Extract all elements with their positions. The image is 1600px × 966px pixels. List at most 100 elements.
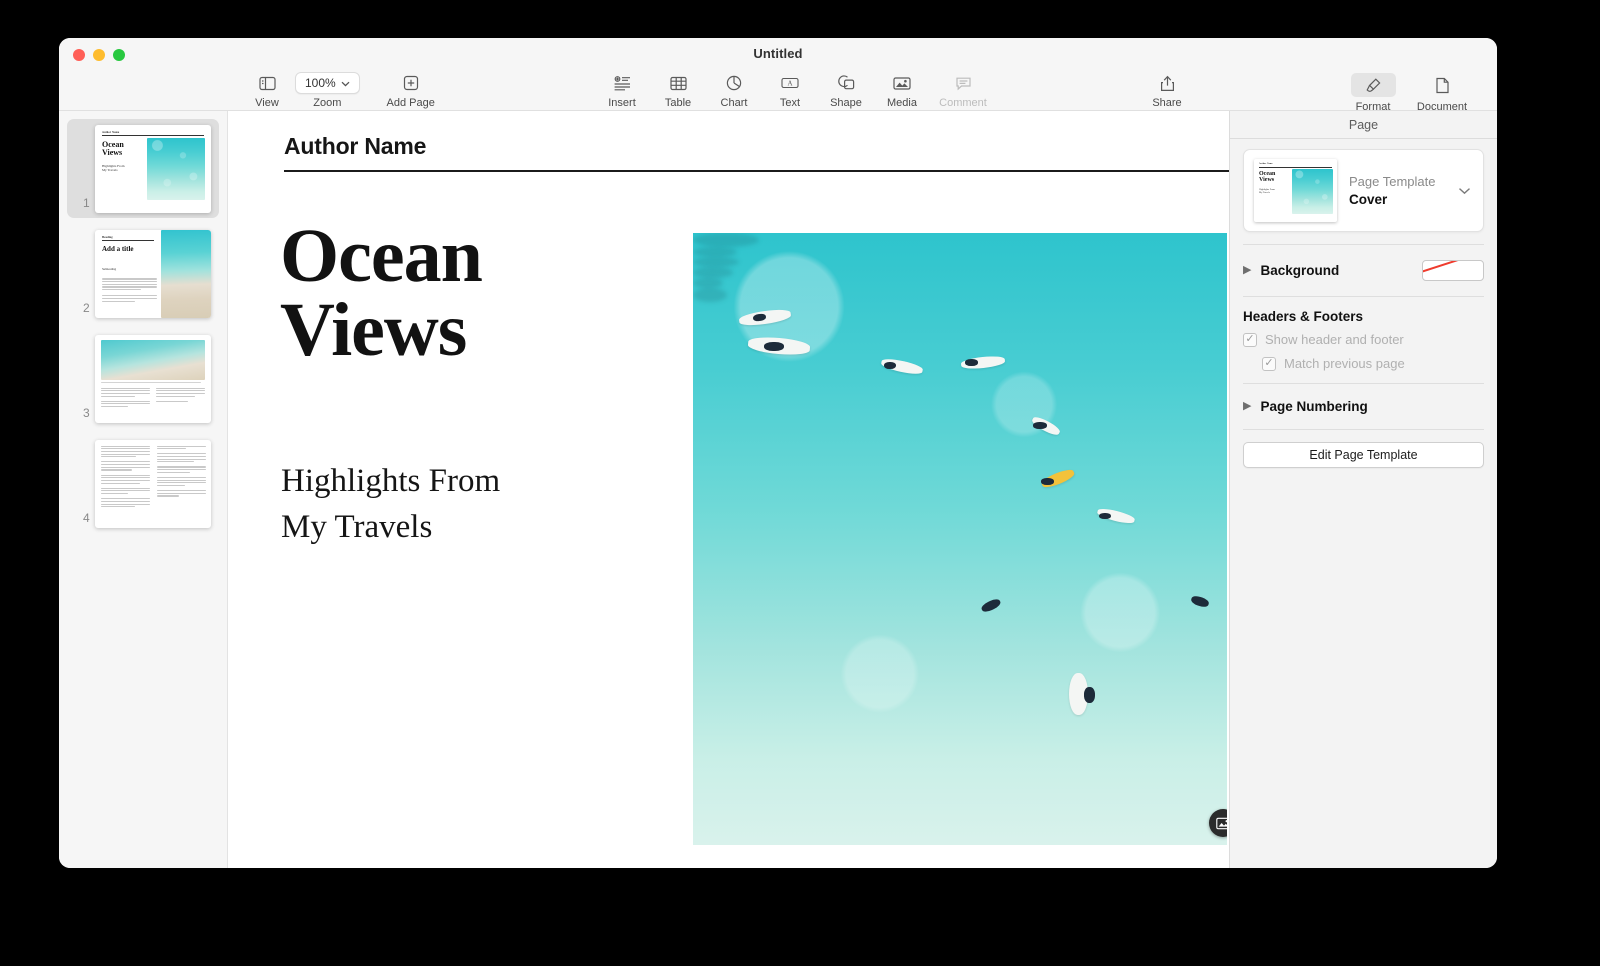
thumbnail-page-2[interactable]: 2 Heading Add a title Subheading <box>67 224 219 323</box>
document-subtitle[interactable]: Highlights From My Travels <box>281 458 500 550</box>
screen: Untitled View 100% Zoom Add Page Insert … <box>0 0 1600 966</box>
add-page-button[interactable]: Add Page <box>378 71 444 109</box>
divider <box>1243 296 1484 297</box>
mini-photo <box>161 229 211 318</box>
mini-photo <box>101 339 205 380</box>
chart-button[interactable]: Chart <box>706 71 762 109</box>
page-template-card[interactable]: Author Name Ocean Views Highlights From … <box>1243 149 1484 232</box>
format-inspector: Page Author Name Ocean Views Highlights … <box>1229 111 1497 868</box>
mini-col-right <box>157 445 206 499</box>
mini-two-column <box>95 440 211 528</box>
surfer-yellow-board <box>1040 467 1076 490</box>
divider <box>1243 244 1484 245</box>
background-color-swatch[interactable] <box>1422 260 1484 281</box>
share-button[interactable]: Share <box>1139 71 1195 109</box>
inspector-header: Page <box>1230 111 1497 139</box>
media-button[interactable]: Media <box>874 71 930 109</box>
disclosure-triangle-icon[interactable]: ▶ <box>1243 401 1251 412</box>
surfer-shadow <box>693 233 759 247</box>
document-subtitle-line-1: Highlights From <box>281 463 501 499</box>
disclosure-triangle-icon[interactable]: ▶ <box>1243 265 1251 276</box>
background-row[interactable]: ▶ Background <box>1243 257 1484 284</box>
page-template-thumbnail: Author Name Ocean Views Highlights From … <box>1254 159 1337 222</box>
edit-page-template-button[interactable]: Edit Page Template <box>1243 442 1484 468</box>
app-window: Untitled View 100% Zoom Add Page Insert … <box>59 38 1497 868</box>
background-label: Background <box>1260 263 1340 278</box>
chart-pie-icon <box>726 73 742 93</box>
insert-button[interactable]: Insert <box>594 71 650 109</box>
surfer <box>980 597 1002 614</box>
text-button[interactable]: A Text <box>762 71 818 109</box>
mini-photo <box>1292 169 1333 214</box>
chevron-down-icon[interactable] <box>1458 182 1471 200</box>
thumbnail-page-3[interactable]: 3 <box>67 329 219 428</box>
match-previous-page-label: Match previous page <box>1284 356 1405 371</box>
mini-col-left <box>101 445 150 509</box>
view-button[interactable]: View <box>239 71 295 109</box>
match-previous-page-checkbox[interactable]: ✓ <box>1262 356 1276 371</box>
zoom-control[interactable]: 100% Zoom <box>295 71 360 109</box>
table-icon <box>669 73 687 93</box>
page-preview[interactable] <box>95 439 211 528</box>
insert-icon <box>614 73 631 93</box>
shape-button[interactable]: Shape <box>818 71 874 109</box>
page-thumbnails-sidebar[interactable]: 1 Author Name Ocean Views Highlights Fro… <box>59 111 228 868</box>
mini-photo-top <box>95 335 211 423</box>
page-preview[interactable]: Author Name Ocean Views Highlights From … <box>95 124 211 213</box>
window-body: 1 Author Name Ocean Views Highlights Fro… <box>59 111 1497 868</box>
media-image-icon <box>893 73 911 93</box>
show-header-footer-checkbox[interactable]: ✓ <box>1243 332 1257 347</box>
comment-icon <box>955 73 972 93</box>
format-button[interactable]: Format <box>1345 71 1401 113</box>
document-title[interactable]: Ocean Views <box>280 214 483 368</box>
page-numbering-row[interactable]: ▶ Page Numbering <box>1243 396 1484 417</box>
comment-label: Comment <box>939 97 987 109</box>
document-photo[interactable] <box>693 233 1227 845</box>
document-header-rule <box>284 170 1229 172</box>
add-page-label: Add Page <box>386 97 435 109</box>
divider <box>1243 429 1484 430</box>
toolbar: View 100% Zoom Add Page Insert Table Cha… <box>59 71 1497 113</box>
share-label: Share <box>1152 97 1182 109</box>
window-title: Untitled <box>753 46 803 61</box>
surfer <box>960 354 1006 371</box>
mini-col-right <box>156 387 205 404</box>
document-subtitle-line-2: My Travels <box>281 509 433 545</box>
page-preview[interactable]: Heading Add a title Subheading <box>95 229 211 318</box>
mini-eyebrow: Author Name <box>1259 163 1273 165</box>
show-header-footer-label: Show header and footer <box>1265 332 1404 347</box>
add-page-icon <box>403 73 419 93</box>
comment-button[interactable]: Comment <box>930 71 996 109</box>
format-brush-icon <box>1365 75 1382 95</box>
media-placeholder-badge[interactable] <box>1209 809 1227 837</box>
thumbnail-number: 2 <box>83 301 90 315</box>
surfer <box>880 356 924 377</box>
share-icon <box>1160 73 1175 93</box>
text-box-icon: A <box>781 73 799 93</box>
document-title-line-1: Ocean <box>280 214 483 298</box>
mini-photo <box>147 137 205 200</box>
zoom-dropdown[interactable]: 100% <box>295 72 360 94</box>
mini-title-body: Heading Add a title Subheading <box>95 229 211 318</box>
thumbnail-page-1[interactable]: 1 Author Name Ocean Views Highlights Fro… <box>67 119 219 218</box>
table-button[interactable]: Table <box>650 71 706 109</box>
image-placeholder-icon <box>1215 817 1227 829</box>
zoom-label: Zoom <box>313 97 342 109</box>
page-preview[interactable] <box>95 334 211 423</box>
document-icon <box>1435 75 1450 95</box>
shape-label: Shape <box>830 97 862 109</box>
mini-eyebrow: Author Name <box>102 130 120 134</box>
table-label: Table <box>664 97 692 109</box>
thumbnail-number: 1 <box>83 196 90 210</box>
thumbnail-page-4[interactable]: 4 <box>67 434 219 533</box>
document-author-name[interactable]: Author Name <box>284 133 426 160</box>
document-canvas[interactable]: Author Name Ocean Views Highlights From … <box>228 111 1229 868</box>
page-numbering-label: Page Numbering <box>1260 399 1368 414</box>
surfer-shadow <box>693 288 727 302</box>
show-header-footer-row[interactable]: ✓ Show header and footer <box>1243 332 1484 347</box>
titlebar: Untitled <box>59 38 1497 71</box>
document-button[interactable]: Document <box>1409 71 1475 113</box>
match-previous-page-row[interactable]: ✓ Match previous page <box>1262 356 1484 371</box>
surfer-shadow <box>693 247 737 257</box>
mini-cover: Author Name Ocean Views Highlights From … <box>95 125 211 213</box>
